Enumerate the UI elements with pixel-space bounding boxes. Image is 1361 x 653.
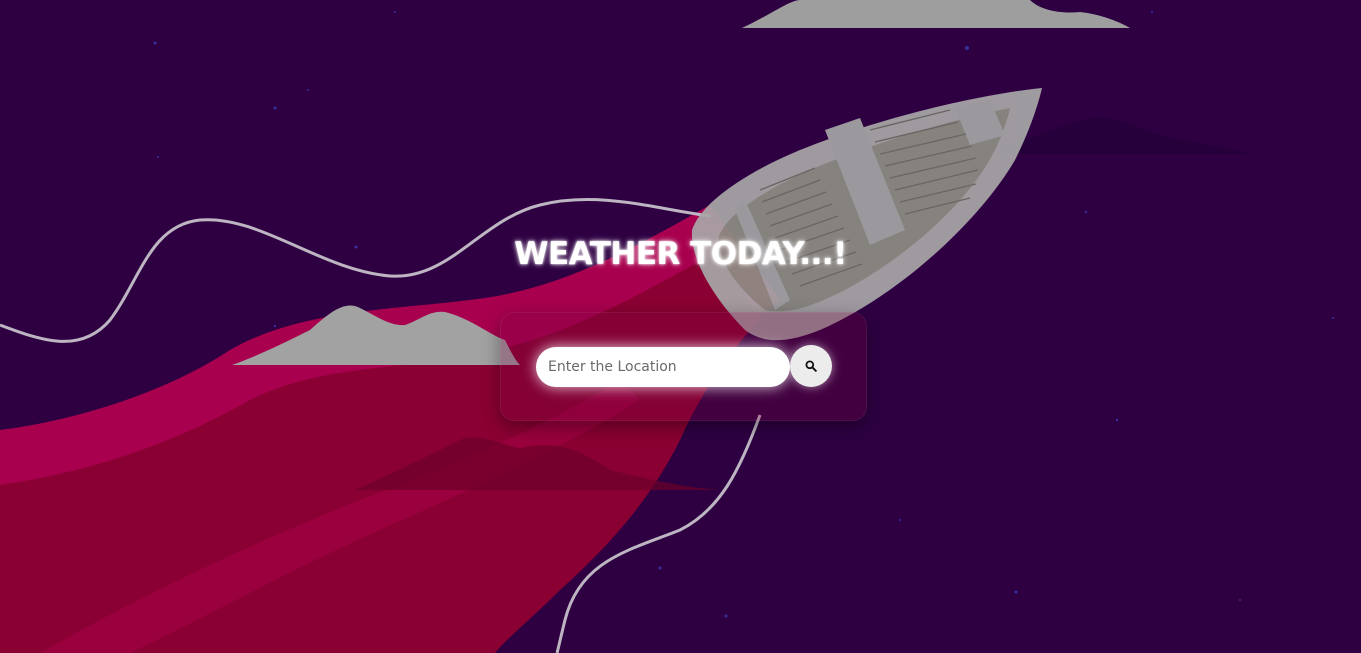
- page-title: WEATHER TODAY...!: [514, 236, 847, 272]
- boat: [691, 88, 1042, 341]
- cloud-top: [742, 0, 1130, 28]
- location-search-input[interactable]: [536, 347, 790, 387]
- search-icon: [805, 360, 817, 372]
- cloud-shadow: [1000, 117, 1250, 154]
- search-button[interactable]: [790, 345, 832, 387]
- search-card: [500, 312, 867, 421]
- weather-page: WEATHER TODAY...!: [0, 0, 1361, 653]
